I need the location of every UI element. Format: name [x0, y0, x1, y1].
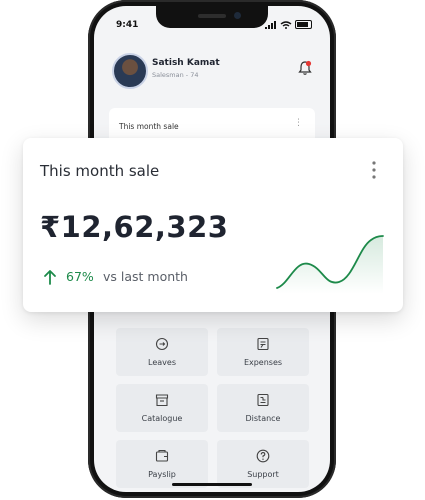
tile-payslip[interactable]: Payslip [116, 440, 208, 488]
tile-label: Payslip [148, 470, 176, 479]
profile-header: Satish Kamat Salesman - 74 [94, 50, 330, 90]
arrow-up-icon [44, 270, 56, 285]
user-role: Salesman - 74 [152, 71, 199, 79]
change-percentage: 67% [66, 269, 94, 284]
wifi-icon [280, 20, 292, 29]
tile-catalogue[interactable]: Catalogue [116, 384, 208, 432]
sale-amount: ₹12,62,323 [40, 210, 229, 244]
tile-label: Distance [245, 414, 281, 423]
avatar[interactable] [112, 53, 148, 89]
tile-label: Leaves [148, 358, 176, 367]
home-indicator[interactable] [172, 483, 252, 486]
tile-distance[interactable]: Distance [217, 384, 309, 432]
leaves-icon [155, 337, 169, 351]
tile-expenses[interactable]: Expenses [217, 328, 309, 376]
camera [234, 12, 241, 19]
catalogue-icon [155, 394, 169, 407]
expenses-icon [257, 337, 269, 351]
tile-leaves[interactable]: Leaves [116, 328, 208, 376]
battery-icon [295, 20, 312, 29]
signal-icon [265, 20, 276, 29]
tile-label: Catalogue [141, 414, 183, 423]
status-time: 9:41 [116, 20, 139, 30]
tile-label: Expenses [243, 358, 283, 367]
support-icon [256, 449, 270, 463]
notification-bell-icon[interactable] [298, 60, 312, 76]
speaker [198, 14, 226, 18]
tile-support[interactable]: Support [217, 440, 309, 488]
small-card-title: This month sale [119, 122, 179, 131]
tile-label: Support [247, 470, 279, 479]
payslip-icon [155, 449, 169, 462]
month-sale-card[interactable]: This month sale ₹12,62,323 67% vs last m… [23, 138, 403, 312]
status-bar: 9:41 [116, 20, 312, 34]
more-options-icon[interactable] [371, 160, 377, 180]
sale-card-title: This month sale [40, 162, 160, 180]
more-options-icon[interactable]: ⋮ [294, 118, 303, 128]
distance-icon [257, 393, 269, 407]
comparison-text: vs last month [103, 269, 188, 284]
status-icons [265, 20, 312, 29]
sales-trend-sparkline [276, 235, 384, 294]
user-name: Satish Kamat [152, 58, 220, 68]
